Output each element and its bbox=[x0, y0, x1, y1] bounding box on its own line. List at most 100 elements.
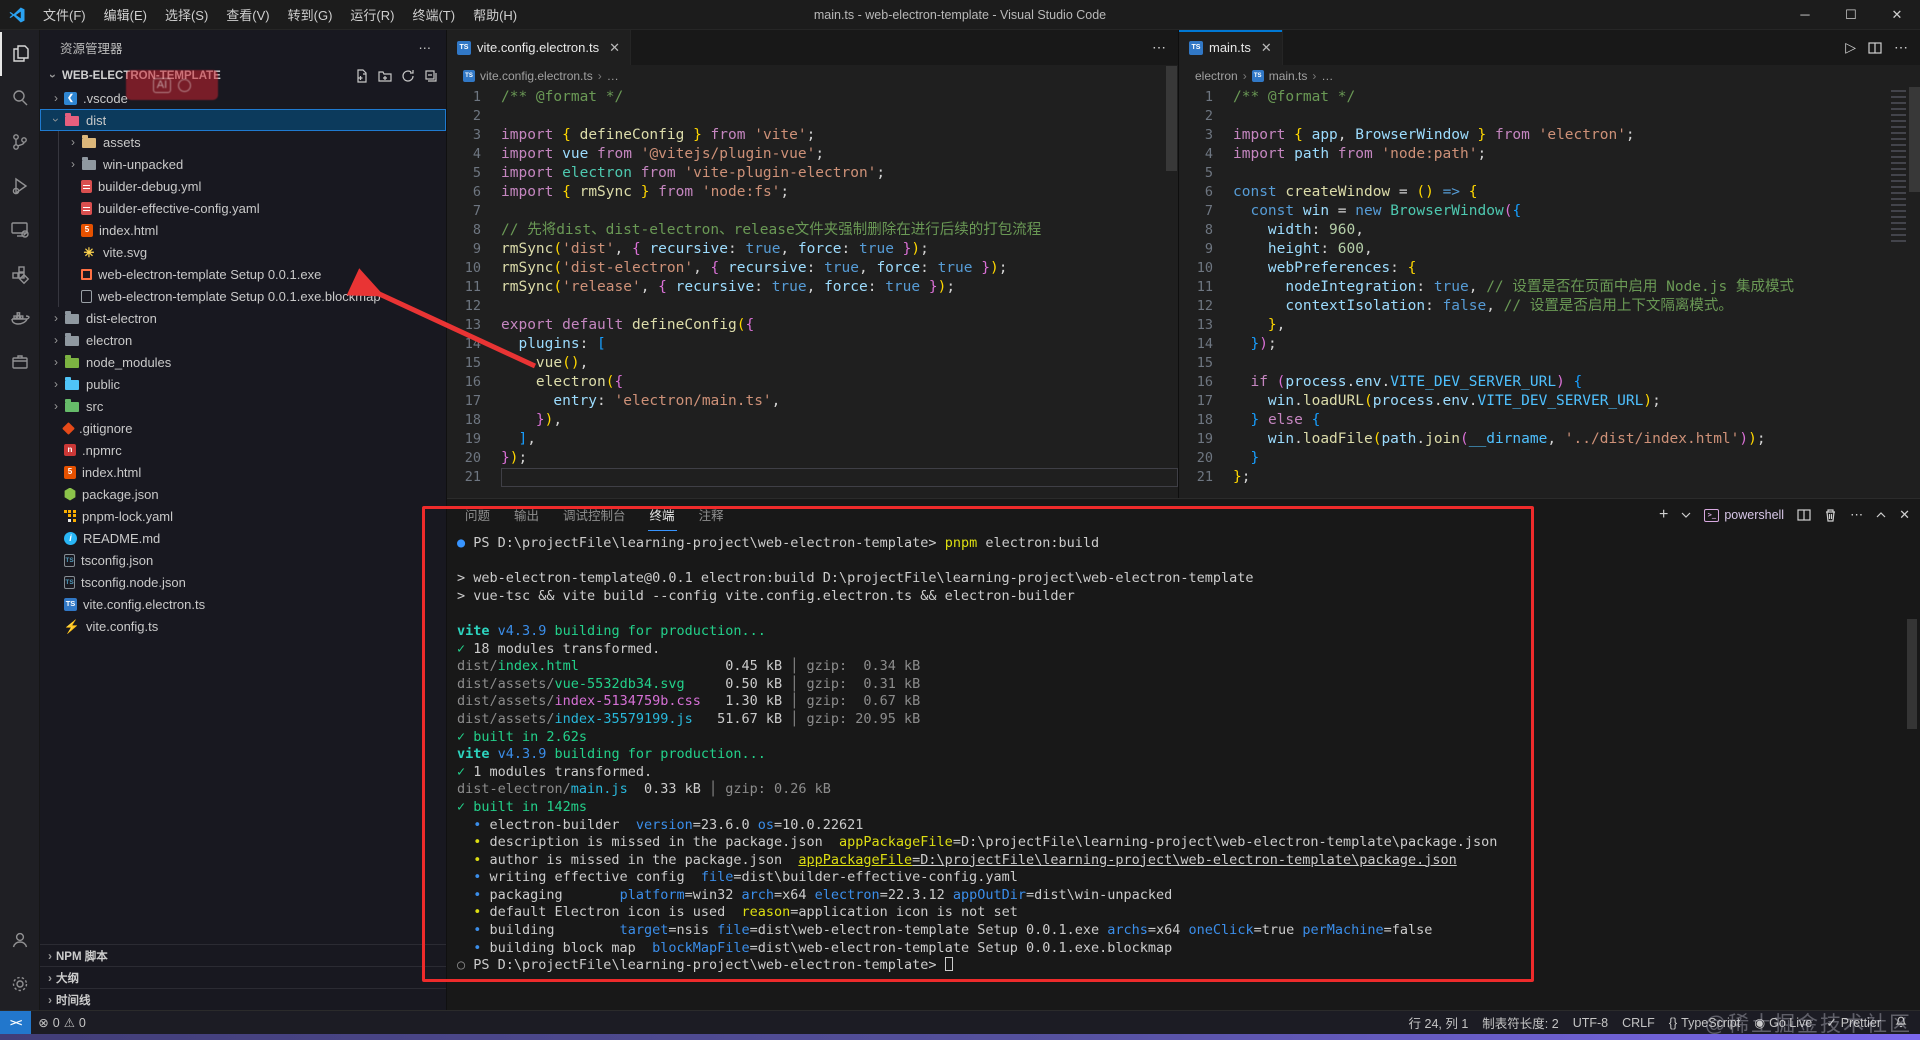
file-tree[interactable]: ›❮.vscode›dist›assets›win-unpacked›build… bbox=[40, 87, 446, 944]
code-editor-left[interactable]: 1/** @format */ 2 3 import { defineConfig }… bbox=[447, 87, 1178, 498]
tab-vite-config[interactable]: TS vite.config.electron.ts ✕ bbox=[447, 30, 632, 65]
terminal-instance[interactable]: >_ powershell bbox=[1704, 508, 1784, 522]
menu-item[interactable]: 文件(F) bbox=[34, 0, 95, 29]
minimize-button[interactable]: ─ bbox=[1782, 0, 1828, 29]
close-button[interactable]: ✕ bbox=[1874, 0, 1920, 29]
tree-item[interactable]: › dist bbox=[40, 109, 446, 131]
terminal-dropdown-icon[interactable] bbox=[1681, 510, 1691, 520]
tree-item[interactable]: ›✳vite.svg bbox=[40, 241, 446, 263]
problems-status[interactable]: ⊗ 0 ⚠ 0 bbox=[31, 1011, 93, 1034]
explorer-more-icon[interactable]: ⋯ bbox=[419, 40, 433, 55]
run-debug-icon[interactable] bbox=[0, 164, 40, 208]
panel-tab-注释[interactable]: 注释 bbox=[697, 499, 726, 531]
tree-item[interactable]: ›builder-effective-config.yaml bbox=[40, 197, 446, 219]
tree-item[interactable]: ›web-electron-template Setup 0.0.1.exe bbox=[40, 263, 446, 285]
tree-item[interactable]: ›⚡vite.config.ts bbox=[40, 615, 446, 637]
panel-more-icon[interactable]: ⋯ bbox=[1850, 507, 1863, 523]
collapse-all-icon[interactable] bbox=[424, 69, 438, 83]
new-folder-icon[interactable] bbox=[378, 69, 392, 83]
tree-item[interactable]: ›TSvite.config.electron.ts bbox=[40, 593, 446, 615]
refresh-icon[interactable] bbox=[401, 69, 415, 83]
split-terminal-icon[interactable] bbox=[1797, 508, 1811, 522]
breadcrumb-segment[interactable]: … bbox=[1321, 69, 1333, 83]
tree-item[interactable]: › electron bbox=[40, 329, 446, 351]
docker-icon[interactable] bbox=[0, 296, 40, 340]
trash-icon[interactable] bbox=[1824, 508, 1837, 522]
tree-item[interactable]: ›package.json bbox=[40, 483, 446, 505]
tree-item[interactable]: ›pnpm-lock.yaml bbox=[40, 505, 446, 527]
tree-item[interactable]: › src bbox=[40, 395, 446, 417]
status-item-UTF-8[interactable]: UTF-8 bbox=[1566, 1011, 1615, 1034]
tree-item[interactable]: › assets bbox=[40, 131, 446, 153]
breadcrumb-left[interactable]: TS vite.config.electron.ts › … bbox=[447, 65, 1178, 87]
settings-gear-icon[interactable] bbox=[0, 962, 40, 1006]
panel-tab-终端[interactable]: 终端 bbox=[647, 499, 677, 531]
new-terminal-icon[interactable]: + bbox=[1659, 506, 1668, 524]
menu-item[interactable]: 选择(S) bbox=[156, 0, 217, 29]
tab-close-icon[interactable]: ✕ bbox=[609, 40, 620, 56]
status-item-制表符长度: 2[interactable]: 制表符长度: 2 bbox=[1475, 1011, 1565, 1034]
remote-explorer-icon[interactable] bbox=[0, 208, 40, 252]
more-actions-icon[interactable]: ⋯ bbox=[1894, 39, 1908, 56]
terminal-scrollbar[interactable] bbox=[1907, 619, 1917, 729]
panel-tab-输出[interactable]: 输出 bbox=[512, 499, 541, 531]
tab-main-ts[interactable]: TS main.ts ✕ bbox=[1179, 30, 1283, 65]
breadcrumb-segment[interactable]: electron bbox=[1195, 69, 1238, 83]
split-editor-icon[interactable] bbox=[1868, 41, 1882, 55]
scrollbar-thumb[interactable] bbox=[1909, 87, 1920, 192]
tree-item[interactable]: ›iREADME.md bbox=[40, 527, 446, 549]
menu-item[interactable]: 运行(R) bbox=[341, 0, 403, 29]
minimap[interactable] bbox=[1891, 90, 1906, 245]
status-item-CRLF[interactable]: CRLF bbox=[1615, 1011, 1662, 1034]
panel-tab-调试控制台[interactable]: 调试控制台 bbox=[561, 499, 628, 531]
sidebar-section-大纲[interactable]: › 大纲 bbox=[40, 966, 446, 988]
breadcrumb-segment[interactable]: vite.config.electron.ts bbox=[480, 69, 593, 83]
status-item-TypeScript[interactable]: {} TypeScript bbox=[1662, 1011, 1747, 1034]
status-item-Go Live[interactable]: ◉ Go Live bbox=[1747, 1011, 1819, 1034]
tree-item[interactable]: ›TStsconfig.node.json bbox=[40, 571, 446, 593]
tree-item[interactable]: ›5index.html bbox=[40, 461, 446, 483]
search-icon[interactable] bbox=[0, 76, 40, 120]
tree-item[interactable]: › ❮ .vscode bbox=[40, 87, 446, 109]
maximize-button[interactable]: ☐ bbox=[1828, 0, 1874, 29]
explorer-icon[interactable] bbox=[0, 32, 40, 76]
menu-item[interactable]: 终端(T) bbox=[403, 0, 464, 29]
tree-item[interactable]: ›n.npmrc bbox=[40, 439, 446, 461]
menu-item[interactable]: 帮助(H) bbox=[464, 0, 526, 29]
sidebar-section-时间线[interactable]: › 时间线 bbox=[40, 988, 446, 1010]
menu-item[interactable]: 查看(V) bbox=[217, 0, 278, 29]
source-control-icon[interactable] bbox=[0, 120, 40, 164]
tree-item[interactable]: ›TStsconfig.json bbox=[40, 549, 446, 571]
status-item-Prettier[interactable]: ✓ Prettier bbox=[1819, 1011, 1888, 1034]
remote-indicator[interactable]: >< bbox=[0, 1011, 32, 1034]
status-item-bell[interactable] bbox=[1888, 1011, 1914, 1034]
more-actions-icon[interactable]: ⋯ bbox=[1152, 39, 1166, 56]
tree-item[interactable]: ›.gitignore bbox=[40, 417, 446, 439]
menu-item[interactable]: 转到(G) bbox=[279, 0, 342, 29]
tree-item[interactable]: › node_modules bbox=[40, 351, 446, 373]
close-panel-icon[interactable]: ✕ bbox=[1899, 507, 1910, 523]
tree-item[interactable]: ›5index.html bbox=[40, 219, 446, 241]
extensions-icon[interactable] bbox=[0, 252, 40, 296]
terminal-output[interactable]: ● PS D:\projectFile\learning-project\web… bbox=[447, 531, 1920, 1010]
breadcrumb-segment[interactable]: … bbox=[607, 69, 619, 83]
tree-item[interactable]: › dist-electron bbox=[40, 307, 446, 329]
workspace-section-header[interactable]: › WEB-ELECTRON-TEMPLATE bbox=[40, 64, 446, 87]
tree-item[interactable]: ›builder-debug.yml bbox=[40, 175, 446, 197]
breadcrumb-segment[interactable]: main.ts bbox=[1269, 69, 1308, 83]
menu-item[interactable]: 编辑(E) bbox=[95, 0, 156, 29]
maximize-panel-icon[interactable] bbox=[1876, 510, 1886, 520]
tree-item[interactable]: ›web-electron-template Setup 0.0.1.exe.b… bbox=[40, 285, 446, 307]
container-tools-icon[interactable] bbox=[0, 340, 40, 384]
sidebar-section-NPM 脚本[interactable]: › NPM 脚本 bbox=[40, 944, 446, 966]
breadcrumb-right[interactable]: electron › TS main.ts › … bbox=[1179, 65, 1920, 87]
tab-close-icon[interactable]: ✕ bbox=[1261, 40, 1272, 56]
run-file-icon[interactable]: ▷ bbox=[1845, 39, 1856, 56]
tree-item[interactable]: › public bbox=[40, 373, 446, 395]
status-item-行 24, 列 1[interactable]: 行 24, 列 1 bbox=[1402, 1011, 1476, 1034]
new-file-icon[interactable] bbox=[355, 68, 369, 83]
panel-tab-问题[interactable]: 问题 bbox=[463, 499, 492, 531]
tree-item[interactable]: › win-unpacked bbox=[40, 153, 446, 175]
code-editor-right[interactable]: 1/** @format */ 2 3 import { app, BrowserWi… bbox=[1179, 87, 1920, 498]
scrollbar-thumb[interactable] bbox=[1166, 66, 1177, 171]
